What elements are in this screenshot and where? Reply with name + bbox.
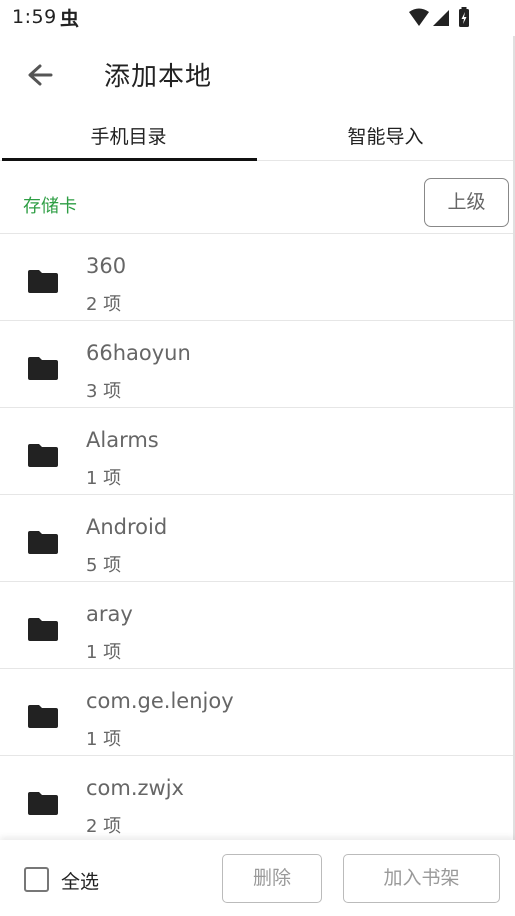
folder-item-com-zwjx[interactable]: com.zwjx 2 项 xyxy=(0,756,515,840)
folder-item-android[interactable]: Android 5 项 xyxy=(0,495,515,582)
folder-icon xyxy=(28,792,58,815)
folder-name: aray xyxy=(86,602,133,626)
arrow-back-icon xyxy=(28,64,53,86)
folder-count: 3 项 xyxy=(86,381,122,402)
tab-bar: 手机目录 智能导入 xyxy=(0,114,515,161)
status-icons xyxy=(409,7,469,27)
select-all-checkbox[interactable] xyxy=(24,867,49,892)
folder-icon xyxy=(28,531,58,554)
folder-list: 360 2 项 66haoyun 3 项 Alarms 1 项 Android … xyxy=(0,234,515,840)
folder-count: 5 项 xyxy=(86,555,122,576)
folder-name: 66haoyun xyxy=(86,341,191,365)
folder-icon xyxy=(28,705,58,728)
signal-icon xyxy=(433,10,449,26)
folder-item-alarms[interactable]: Alarms 1 项 xyxy=(0,408,515,495)
folder-count: 1 项 xyxy=(86,642,122,663)
folder-count: 2 项 xyxy=(86,294,122,315)
folder-count: 1 项 xyxy=(86,468,122,489)
tab-smart-import[interactable]: 智能导入 xyxy=(257,114,514,161)
folder-item-com-ge-lenjoy[interactable]: com.ge.lenjoy 1 项 xyxy=(0,669,515,756)
folder-name: com.ge.lenjoy xyxy=(86,689,234,713)
battery-charging-icon xyxy=(459,7,469,27)
folder-count: 1 项 xyxy=(86,729,122,750)
select-all-label[interactable]: 全选 xyxy=(61,867,99,894)
path-row: 存储卡 上级 xyxy=(0,161,515,234)
bottom-action-bar: 全选 删除 加入书架 xyxy=(0,840,515,916)
folder-item-360[interactable]: 360 2 项 xyxy=(0,234,515,321)
folder-item-66haoyun[interactable]: 66haoyun 3 项 xyxy=(0,321,515,408)
wifi-icon xyxy=(409,8,429,26)
bug-notification-icon: 虫 xyxy=(60,8,80,30)
status-bar: 1:59 虫 xyxy=(0,0,515,36)
back-button[interactable] xyxy=(18,54,62,98)
folder-name: com.zwjx xyxy=(86,776,184,800)
page-title: 添加本地 xyxy=(104,62,213,92)
breadcrumb-storage-card[interactable]: 存储卡 xyxy=(23,192,77,218)
folder-item-aray[interactable]: aray 1 项 xyxy=(0,582,515,669)
app-bar: 添加本地 xyxy=(0,36,515,114)
folder-name: Alarms xyxy=(86,428,159,452)
folder-icon xyxy=(28,444,58,467)
delete-button[interactable]: 删除 xyxy=(222,854,322,903)
add-to-bookshelf-button[interactable]: 加入书架 xyxy=(343,854,500,903)
up-level-button[interactable]: 上级 xyxy=(424,178,509,227)
folder-icon xyxy=(28,357,58,380)
folder-icon xyxy=(28,618,58,641)
folder-name: Android xyxy=(86,515,168,539)
status-time: 1:59 xyxy=(12,6,57,28)
folder-icon xyxy=(28,270,58,293)
tab-phone-directory[interactable]: 手机目录 xyxy=(0,114,257,161)
folder-name: 360 xyxy=(86,254,127,278)
folder-count: 2 项 xyxy=(86,816,122,837)
